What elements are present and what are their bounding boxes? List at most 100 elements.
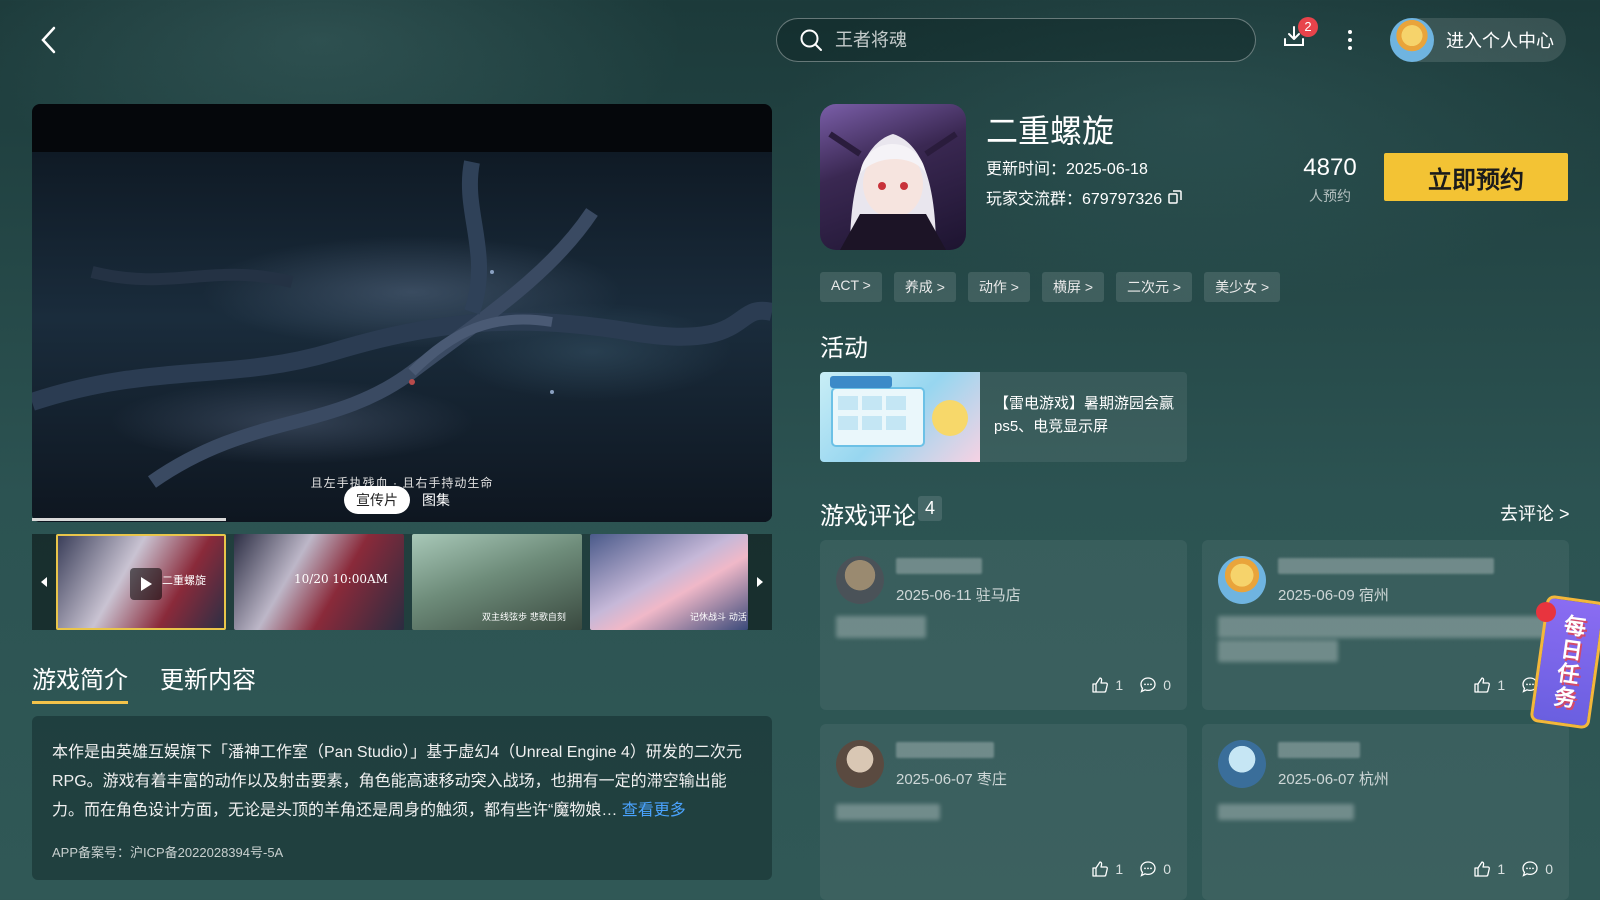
review-card[interactable]: 2025-06-07 枣庄 1 0 (820, 724, 1187, 900)
review-text-blurred (1218, 804, 1354, 820)
tag-landscape[interactable]: 横屏 > (1041, 272, 1105, 302)
thumbnail-caption: 双主线弦歩 悲歌自刻 (482, 613, 566, 623)
tag-cultivation[interactable]: 养成 > (893, 272, 956, 302)
reviews-title: 游戏评论 (820, 503, 916, 530)
like-count: 1 (1497, 677, 1506, 693)
video-player[interactable]: 且左手执残血 · 且右手持动生命 (32, 104, 772, 522)
profile-center-button[interactable]: 进入个人中心 (1390, 18, 1566, 62)
thumb-prev-button[interactable] (32, 534, 56, 630)
description-paragraph: 本作是由英雄互娱旗下「潘神工作室（Pan Studio）」基于虚幻4（Unrea… (52, 738, 752, 825)
review-meta: 2025-06-07 枣庄 (896, 771, 1007, 788)
reserve-label: 人预约 (1309, 188, 1351, 204)
activity-card[interactable]: 【雷电游戏】暑期游园会赢ps5、电竞显示屏 (820, 372, 1187, 462)
go-review-link[interactable]: 去评论 > (1500, 500, 1570, 526)
like-button[interactable]: 1 (1091, 860, 1123, 878)
thumb-up-icon (1092, 677, 1109, 693)
comment-button[interactable]: 0 (1139, 860, 1171, 878)
see-more-link[interactable]: 查看更多 (622, 802, 686, 819)
tag-action[interactable]: 动作 > (967, 272, 1030, 302)
activity-text: 【雷电游戏】暑期游园会赢ps5、电竞显示屏 (994, 395, 1175, 435)
tab-game-intro[interactable]: 游戏简介 (32, 660, 128, 704)
more-dot-icon (1348, 46, 1352, 50)
game-icon-art (828, 131, 958, 250)
review-count-badge: 4 (918, 496, 943, 521)
reviewer-name-blurred (1278, 742, 1360, 758)
icp-record: APP备案号：沪ICP备2022028394号-5A (52, 845, 284, 860)
like-count: 1 (1497, 861, 1506, 877)
tab-update-content[interactable]: 更新内容 (160, 660, 256, 704)
reviewer-avatar (1218, 556, 1266, 604)
search-icon (800, 29, 822, 51)
review-actions: 1 0 (1473, 860, 1553, 878)
comment-count: 0 (1163, 677, 1171, 693)
comment-count: 0 (1545, 861, 1553, 877)
review-meta: 2025-06-11 驻马店 (896, 587, 1021, 604)
like-button[interactable]: 1 (1473, 676, 1505, 694)
tag-act[interactable]: ACT > (820, 272, 882, 302)
tag-beauty[interactable]: 美少女 > (1204, 272, 1281, 302)
thumb-up-icon (1092, 861, 1109, 877)
game-icon (820, 104, 966, 250)
reviewer-avatar (1218, 740, 1266, 788)
back-arrow-icon (41, 26, 56, 54)
like-button[interactable]: 1 (1473, 860, 1505, 878)
like-count: 1 (1115, 677, 1124, 693)
update-time: 更新时间：2025-06-18 (986, 161, 1148, 178)
review-card[interactable]: 2025-06-09 宿州 1 0 (1202, 540, 1569, 710)
tag-list: ACT > 养成 > 动作 > 横屏 > 二次元 > 美少女 > (820, 272, 1281, 302)
review-text-blurred (836, 804, 940, 820)
review-meta: 2025-06-07 杭州 (1278, 771, 1389, 788)
thumbnail-item[interactable]: 记休战斗 动活 (590, 534, 748, 630)
review-card[interactable]: 2025-06-07 杭州 1 0 (1202, 724, 1569, 900)
review-actions: 1 0 (1091, 676, 1171, 694)
comment-button[interactable]: 0 (1521, 860, 1553, 878)
review-actions: 1 0 (1091, 860, 1171, 878)
review-meta: 2025-06-09 宿州 (1278, 587, 1389, 604)
profile-label: 进入个人中心 (1446, 31, 1554, 51)
more-menu-button[interactable] (1340, 26, 1360, 54)
thumb-next-button[interactable] (748, 534, 772, 630)
reviewer-name-blurred (896, 558, 982, 574)
back-button[interactable] (30, 22, 66, 58)
player-group-text: 玩家交流群：679797326 (986, 191, 1163, 208)
thumbnail-item[interactable]: 双主线弦歩 悲歌自刻 (412, 534, 582, 630)
like-button[interactable]: 1 (1091, 676, 1123, 694)
content-tabs: 游戏简介 更新内容 (32, 660, 256, 704)
caret-left-icon (41, 577, 47, 587)
tag-anime[interactable]: 二次元 > (1116, 272, 1193, 302)
thumbnail-caption: 记休战斗 动活 (690, 613, 747, 623)
thumbnail-item[interactable]: 二重螺旋 (56, 534, 226, 630)
description-box: 本作是由英雄互娱旗下「潘神工作室（Pan Studio）」基于虚幻4（Unrea… (32, 716, 772, 880)
download-badge: 2 (1298, 17, 1318, 37)
like-count: 1 (1115, 861, 1124, 877)
play-icon (130, 568, 162, 600)
copy-icon[interactable] (1168, 190, 1182, 204)
notification-dot (1536, 602, 1556, 622)
daily-task-label: 每日任务 (1549, 612, 1588, 712)
review-card[interactable]: 2025-06-11 驻马店 1 0 (820, 540, 1187, 710)
thumbnail-strip: 二重螺旋 10/20 10:00AM 双主线弦歩 悲歌自刻 记休战斗 动活 (32, 534, 772, 630)
comment-button[interactable]: 0 (1139, 676, 1171, 694)
user-avatar (1390, 18, 1434, 62)
search-box[interactable] (776, 18, 1256, 62)
review-text-blurred (1218, 616, 1554, 638)
comment-icon (1140, 861, 1156, 877)
media-tabs: 宣传片 图集 (344, 486, 462, 514)
thumbnail-caption: 10/20 10:00AM (294, 572, 388, 586)
tab-gallery[interactable]: 图集 (410, 486, 462, 514)
more-dot-icon (1348, 38, 1352, 42)
reserve-button[interactable]: 立即预约 (1384, 153, 1568, 201)
video-progress-bar[interactable] (32, 518, 226, 521)
review-text-blurred (1218, 640, 1338, 662)
search-input[interactable] (835, 29, 1215, 51)
reviewer-name-blurred (896, 742, 994, 758)
reviewer-avatar (836, 740, 884, 788)
video-frame (32, 152, 772, 522)
activity-banner-image (820, 372, 980, 462)
comment-count: 0 (1163, 861, 1171, 877)
game-title: 二重螺旋 (986, 113, 1115, 149)
reviewer-avatar (836, 556, 884, 604)
tab-promo-video[interactable]: 宣传片 (344, 486, 410, 514)
thumbnail-item[interactable]: 10/20 10:00AM (234, 534, 404, 630)
video-branches-art (32, 160, 772, 488)
